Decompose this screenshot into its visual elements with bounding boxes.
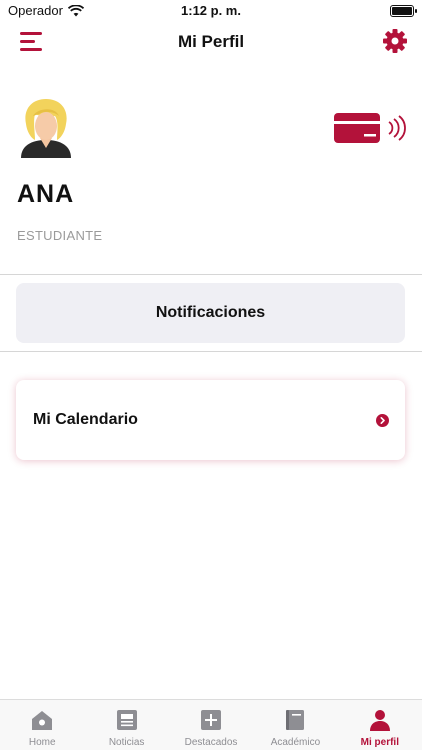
nfc-card-icon[interactable]	[332, 110, 408, 146]
plus-square-icon	[201, 710, 222, 730]
tab-news[interactable]: Noticias	[84, 700, 168, 750]
tab-academic[interactable]: Académico	[253, 700, 337, 750]
book-icon	[286, 710, 305, 730]
notifications-button[interactable]: Notificaciones	[16, 283, 405, 343]
tab-featured[interactable]: Destacados	[169, 700, 253, 750]
avatar	[21, 99, 71, 158]
battery-icon	[390, 5, 417, 17]
tab-profile[interactable]: Mi perfil	[338, 700, 422, 750]
tab-profile-label: Mi perfil	[360, 737, 399, 748]
nav-bar: Mi Perfil	[0, 22, 422, 62]
person-icon	[369, 710, 390, 731]
profile-name: ANA	[17, 180, 75, 208]
calendar-button[interactable]: Mi Calendario	[16, 380, 405, 460]
tab-home[interactable]: Home	[0, 700, 84, 750]
tab-news-label: Noticias	[108, 737, 145, 748]
page-title: Mi Perfil	[177, 32, 245, 51]
chevron-right-icon	[376, 414, 389, 427]
status-bar: Operador 1:12 p. m.	[0, 0, 422, 22]
gear-icon[interactable]	[382, 28, 408, 54]
divider	[0, 351, 422, 352]
news-icon	[116, 710, 137, 730]
status-time: 1:12 p. m.	[181, 3, 241, 18]
tab-academic-label: Académico	[270, 737, 321, 748]
home-icon	[32, 711, 53, 730]
tab-featured-label: Destacados	[184, 737, 238, 748]
divider	[0, 274, 422, 275]
tab-bar: Home Noticias Destacados Académico Mi pe…	[0, 699, 422, 750]
notifications-label: Notificaciones	[155, 304, 266, 321]
profile-role: ESTUDIANTE	[17, 228, 103, 243]
tab-home-label: Home	[28, 737, 56, 748]
calendar-label: Mi Calendario	[33, 411, 138, 428]
